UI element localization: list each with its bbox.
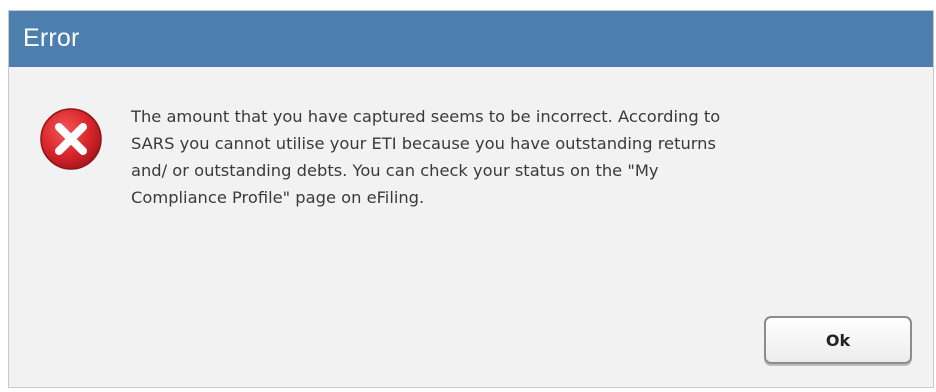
dialog-title: Error bbox=[23, 24, 80, 52]
error-dialog: Error The amount that you have captured … bbox=[8, 10, 934, 388]
error-message: The amount that you have captured seems … bbox=[131, 107, 721, 207]
ok-button-label: Ok bbox=[825, 330, 851, 350]
error-icon bbox=[39, 107, 103, 171]
dialog-titlebar: Error bbox=[9, 11, 933, 67]
ok-button[interactable]: Ok bbox=[764, 316, 912, 364]
